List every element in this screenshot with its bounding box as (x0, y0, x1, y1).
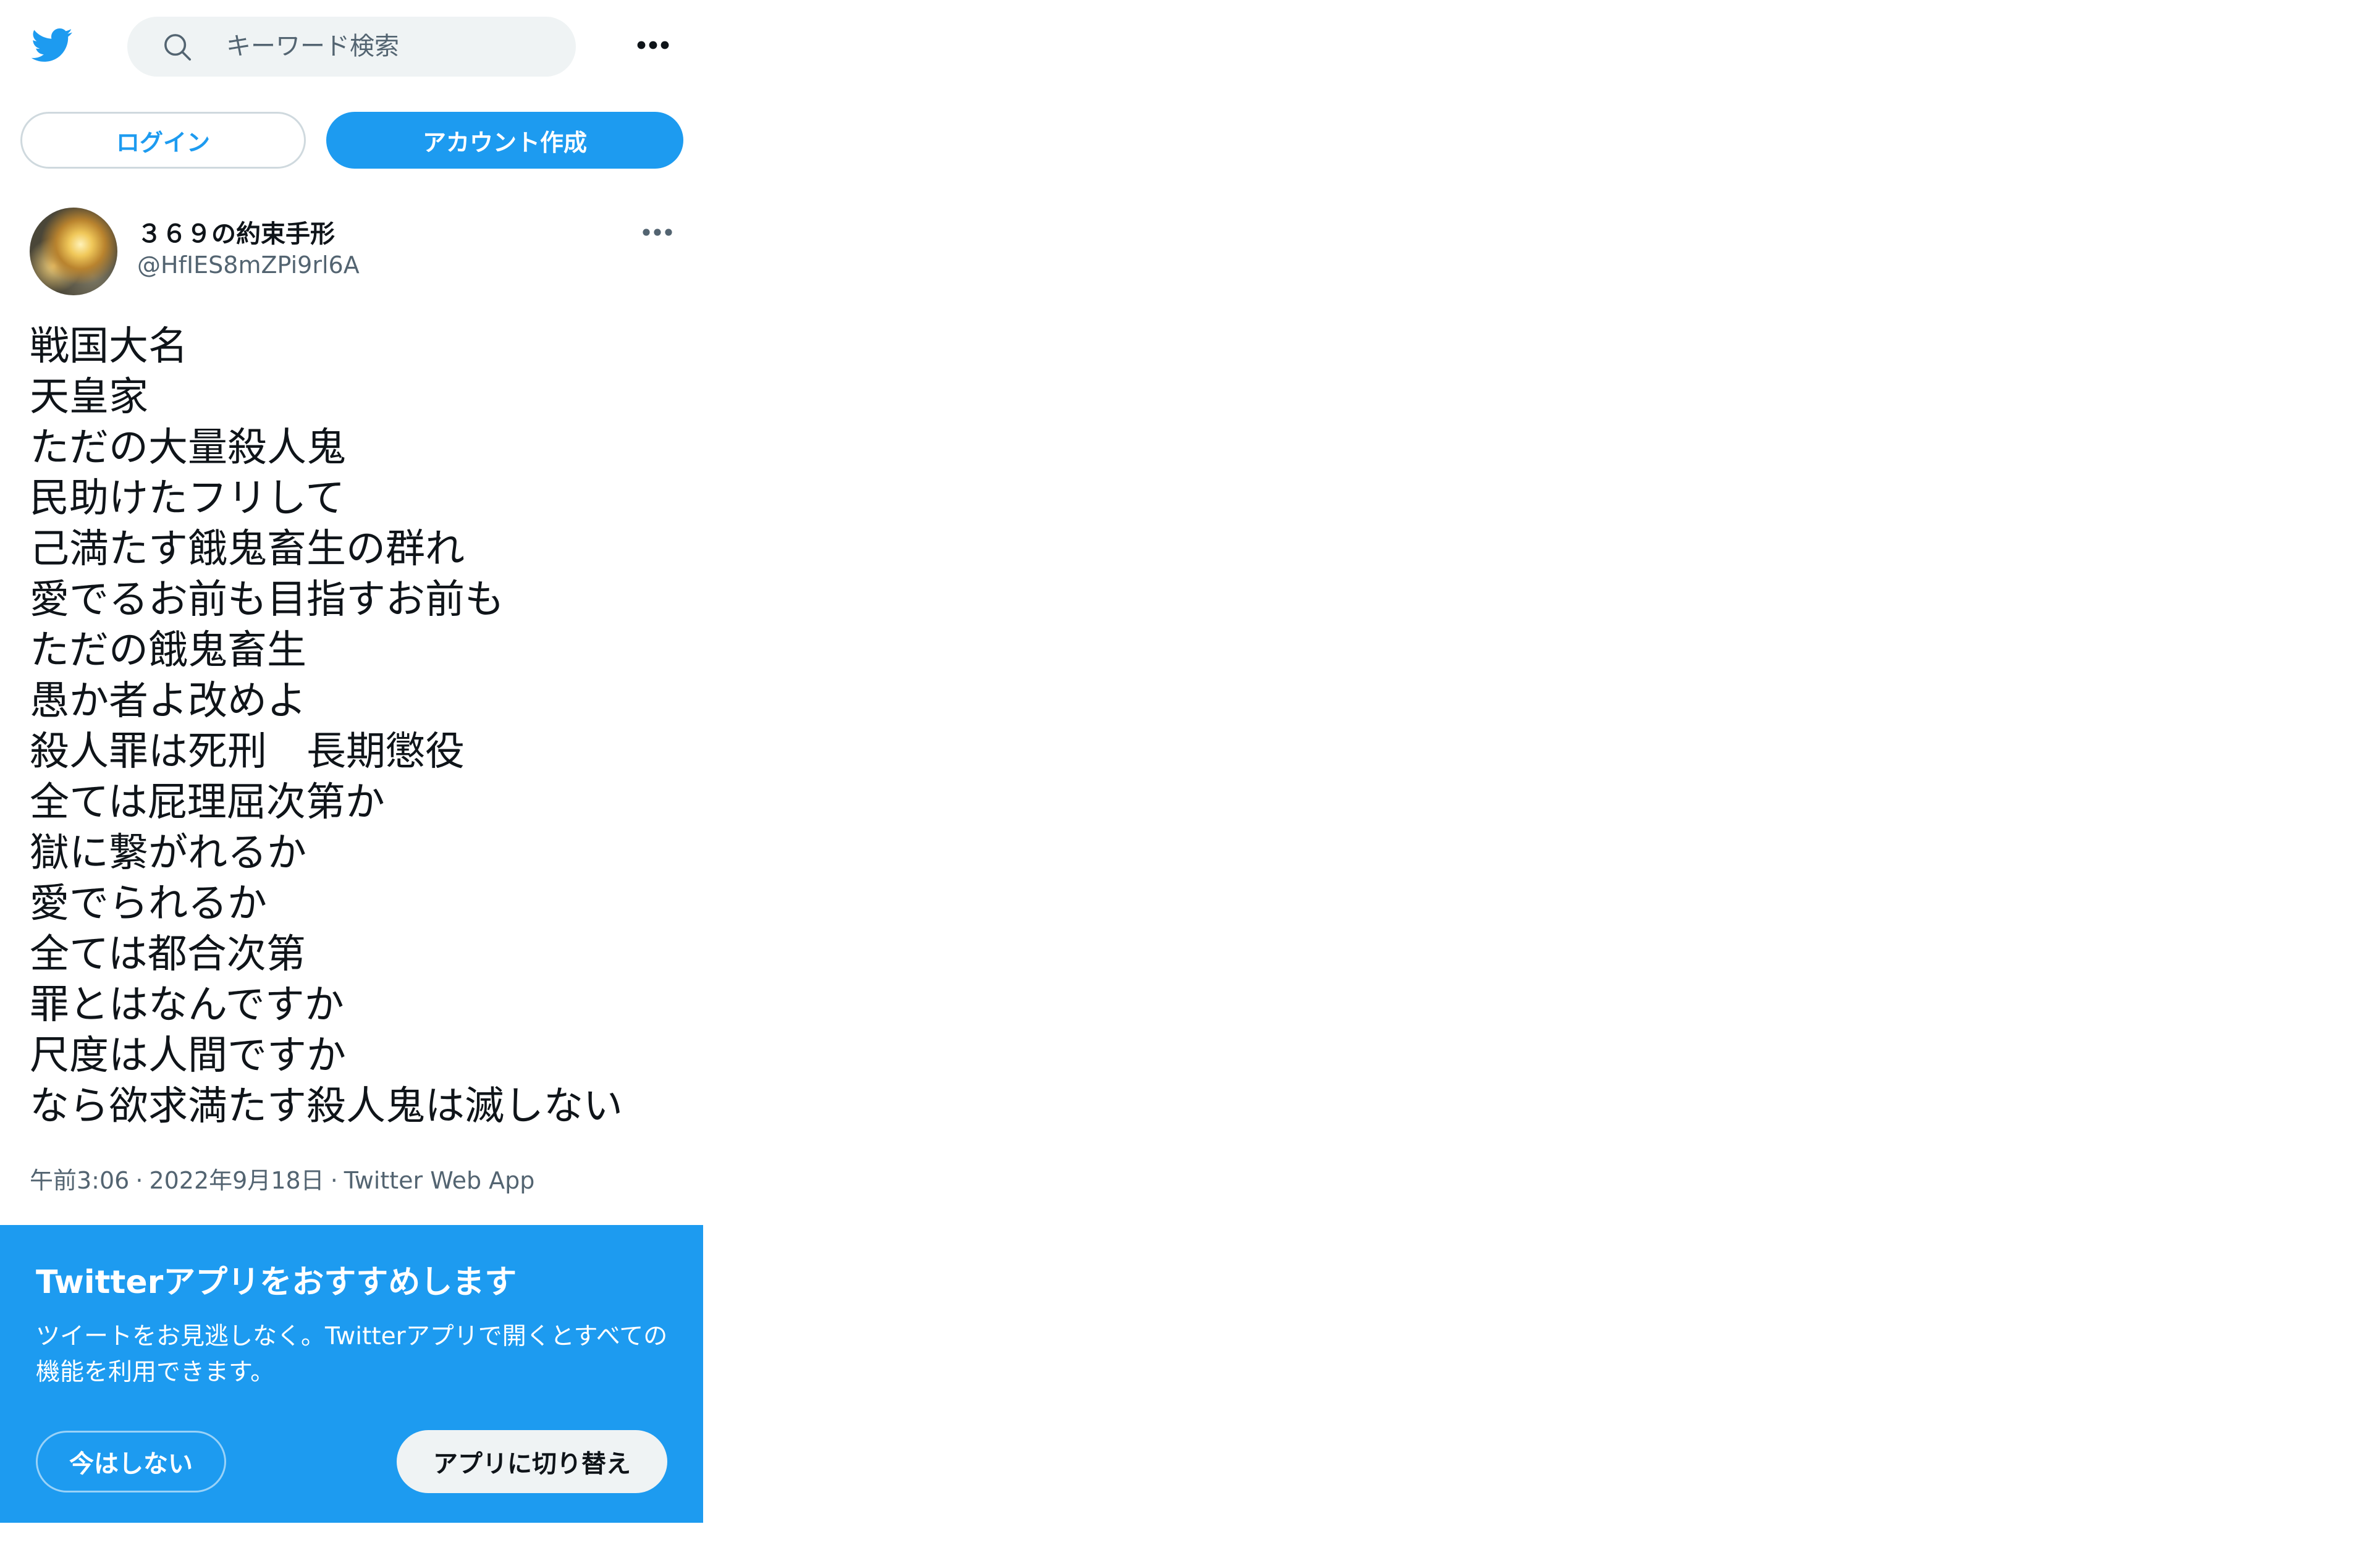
twitter-bird-icon[interactable] (25, 23, 78, 67)
tweet-line: なら欲求満たす殺人鬼は滅しない (30, 1084, 623, 1129)
tweet-line: 尺度は人間ですか (30, 1033, 346, 1079)
avatar[interactable] (30, 208, 117, 295)
tweet-line: 戦国大名 (30, 324, 188, 369)
tweet-line: 天皇家 (30, 374, 148, 420)
login-button[interactable]: ログイン (20, 112, 306, 169)
tweet-line: 全ては都合次第 (30, 932, 306, 977)
tweet-date[interactable]: 2022年9月18日 (149, 1167, 324, 1194)
tweet-line: 全ては屁理屈次第か (30, 780, 385, 825)
app-promo-banner: Twitterアプリをおすすめします ツイートをお見逃しなく。Twitterアプ… (0, 1225, 703, 1523)
not-now-button[interactable]: 今はしない (36, 1431, 226, 1492)
tweet-source[interactable]: Twitter Web App (344, 1167, 535, 1194)
meta-separator: · (135, 1167, 143, 1194)
tweet-page-column: ログイン アカウント作成 ３６９の約束手形 @HfIES8mZPi9rl6A 戦… (0, 0, 703, 1526)
tweet-line: 愚か者よ改めよ (30, 678, 306, 724)
tweet-line: 民助けたフリして (30, 476, 345, 521)
signup-button[interactable]: アカウント作成 (326, 112, 683, 169)
meta-separator: · (330, 1167, 338, 1194)
tweet-line: ただの餓鬼畜生 (30, 628, 306, 673)
search-bar[interactable] (127, 17, 576, 77)
tweet-text: 戦国大名 天皇家 ただの大量殺人鬼 民助けたフリして 己満たす餓鬼畜生の群れ 愛… (30, 321, 685, 1132)
author-display-name[interactable]: ３６９の約束手形 (137, 214, 335, 250)
login-button-label: ログイン (116, 128, 210, 156)
search-input[interactable] (226, 24, 547, 69)
tweet-time[interactable]: 午前3:06 (30, 1167, 129, 1194)
search-icon (164, 34, 192, 61)
not-now-button-label: 今はしない (69, 1450, 193, 1478)
tweet-line: 殺人罪は死刑 長期懲役 (30, 729, 465, 775)
tweet-line: 愛でるお前も目指すお前も (30, 577, 504, 623)
tweet-line: 愛でられるか (30, 881, 267, 927)
tweet-line: ただの大量殺人鬼 (30, 425, 346, 471)
tweet-line: 罪とはなんですか (30, 982, 344, 1028)
signup-button-label: アカウント作成 (422, 128, 587, 156)
author-handle[interactable]: @HfIES8mZPi9rl6A (137, 251, 360, 279)
more-horizontal-icon[interactable] (631, 26, 675, 64)
tweet-meta: 午前3:06 · 2022年9月18日 · Twitter Web App (30, 1161, 534, 1195)
more-horizontal-icon[interactable] (638, 220, 677, 245)
tweet-line: 獄に繋がれるか (30, 830, 306, 876)
page: ログイン アカウント作成 ３６９の約束手形 @HfIES8mZPi9rl6A 戦… (0, 0, 2380, 1566)
switch-to-app-button-label: アプリに切り替え (433, 1450, 631, 1478)
switch-to-app-button[interactable]: アプリに切り替え (397, 1430, 667, 1493)
promo-text: ツイートをお見逃しなく。Twitterアプリで開くとすべての機能を利用できます。 (36, 1323, 668, 1386)
tweet-line: 己満たす餓鬼畜生の群れ (30, 526, 465, 572)
promo-title: Twitterアプリをおすすめします (36, 1264, 517, 1301)
